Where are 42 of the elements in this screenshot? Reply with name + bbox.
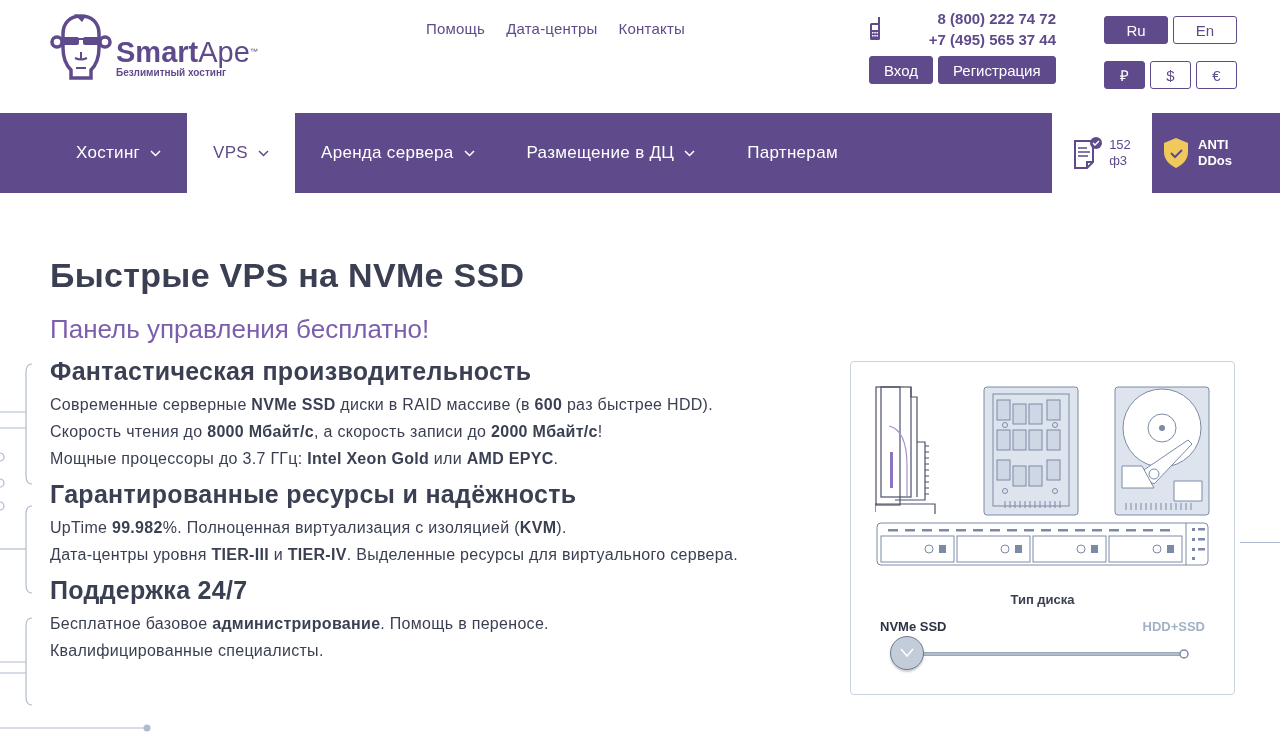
nav-menu-item[interactable]: Размещение в ДЦ: [500, 113, 722, 193]
feature-text: Скорость чтения до 8000 Мбайт/с, а скорость записи до 2000 Мбайт/с!: [50, 422, 604, 442]
language-button[interactable]: En: [1173, 16, 1237, 44]
nav-menu-item[interactable]: Аренда сервера: [295, 113, 501, 193]
disk-type-slider[interactable]: [889, 636, 1190, 672]
disk-option-label[interactable]: NVMe SSD: [880, 619, 947, 634]
logo-tagline: Безлимитный хостинг: [116, 67, 227, 78]
nav-menu-item[interactable]: Партнерам: [721, 113, 1052, 193]
currency-button[interactable]: $: [1150, 61, 1191, 89]
check-icon: [899, 648, 914, 658]
slider-thumb[interactable]: [889, 636, 924, 670]
logo-wordmark[interactable]: SmartApe$^{™}$: [116, 37, 258, 67]
feature-heading: Фантастическая производительность: [50, 356, 533, 387]
login-button[interactable]: Вход: [869, 56, 933, 84]
feature-text: Мощные процессоры до 3.7 ГГц: Intel Xeon Gold или AMD EPYC.: [50, 449, 560, 469]
connector-line: [1240, 541, 1280, 544]
monkey-icon: [50, 12, 112, 80]
mobile-phone-icon: [869, 17, 881, 41]
feature-text: Дата-центры уровня TIER-III и TIER-IV. Выделенные ресурсы для виртуального сервера.: [50, 545, 739, 565]
currency-button[interactable]: €: [1196, 61, 1237, 89]
nav-menu-item[interactable]: Хостинг: [0, 113, 188, 193]
language-button[interactable]: Ru: [1104, 16, 1168, 44]
shield-check-icon: [1162, 137, 1190, 169]
feature-text: Бесплатное базовое администрирование. Помощь в переносе.: [50, 614, 550, 634]
top-link[interactable]: Дата-центры: [506, 20, 598, 37]
top-link[interactable]: Контакты: [618, 20, 685, 37]
document-check-icon: [1073, 136, 1104, 170]
feature-heading: Поддержка 24/7: [50, 575, 249, 606]
page-title: Быстрые VPS на NVMe SSD: [50, 255, 526, 295]
feature-text: Современные серверные NVMe SSD диски в RAID массиве (в 600 раз быстрее HDD).: [50, 395, 714, 415]
anti-ddos-badge-text[interactable]: ANTI DDos: [1198, 137, 1232, 169]
law-badge-text[interactable]: 152 ф3: [1109, 137, 1131, 169]
page-subtitle: Панель управления бесплатно!: [50, 313, 431, 345]
disk-type-label: Тип диска: [1010, 592, 1075, 607]
feature-heading: Гарантированные ресурсы и надёжность: [50, 479, 578, 510]
phone-number: +7 (495) 565 37 44: [928, 31, 1056, 48]
register-button[interactable]: Регистрация: [937, 56, 1056, 84]
feature-text: UpTime 99.982%. Полноценная виртуализация с изоляцией (KVM).: [50, 518, 568, 538]
phone-number: 8 (800) 222 74 72: [937, 10, 1056, 27]
top-link[interactable]: Помощь: [426, 20, 486, 37]
currency-button[interactable]: ₽: [1104, 61, 1145, 89]
feature-text: Квалифицированные специалисты.: [50, 641, 325, 661]
